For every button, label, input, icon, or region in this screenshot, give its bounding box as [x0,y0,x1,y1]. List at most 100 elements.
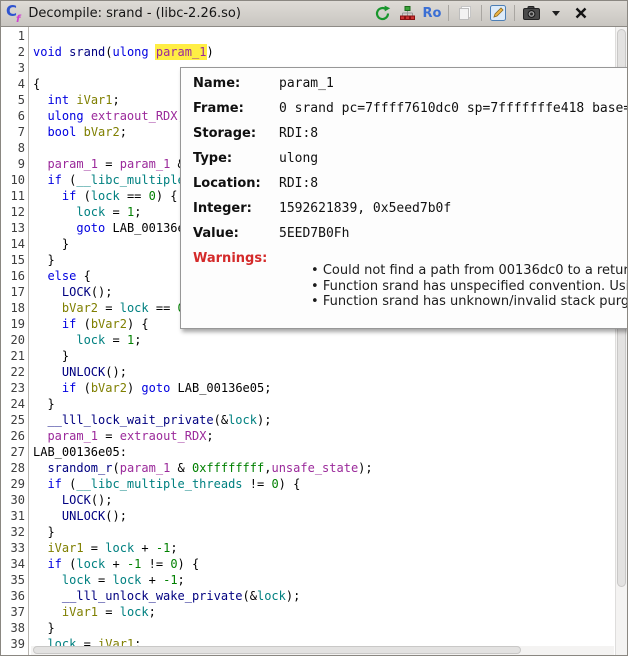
code-line[interactable]: iVar1 = lock; [33,604,614,620]
code-line[interactable]: } [33,524,614,540]
code-line[interactable]: lock = lock + -1; [33,572,614,588]
warning-item: Could not find a path from 00136dc0 to a… [311,263,628,279]
tooltip-row: Frame:0 srand pc=7ffff7610dc0 sp=7ffffff… [181,101,627,126]
snapshot-button[interactable] [522,4,540,22]
line-number: 4 [0,76,28,92]
line-number: 15 [0,252,28,268]
menu-arrow-button[interactable] [547,4,565,22]
line-number: 31 [0,508,28,524]
code-line[interactable]: lock = 1; [33,332,614,348]
tooltip-warnings-row: Warnings: Could not find a path from 001… [181,251,627,310]
ro-icon: Ro [423,6,442,21]
line-number: 17 [0,284,28,300]
code-line[interactable]: srandom_r(param_1 & 0xffffffff,unsafe_st… [33,460,614,476]
line-number: 5 [0,92,28,108]
line-number: 16 [0,268,28,284]
decompiler-icon: Cf [6,3,21,23]
line-number: 35 [0,572,28,588]
line-number: 11 [0,188,28,204]
line-number: 14 [0,236,28,252]
edit-button[interactable] [489,4,507,22]
code-line[interactable]: UNLOCK(); [33,508,614,524]
code-line[interactable]: LAB_00136e05: [33,444,614,460]
line-number: 36 [0,588,28,604]
line-number: 9 [0,156,28,172]
line-number: 27 [0,444,28,460]
titlebar: Cf Decompile: srand - (libc-2.26.so) [0,0,628,27]
toolbar-separator [481,5,482,21]
horizontal-scrollbar[interactable] [31,646,614,655]
line-number: 3 [0,60,28,76]
chevron-down-icon [552,11,560,16]
code-line[interactable]: __lll_unlock_wake_private(&lock); [33,588,614,604]
code-line[interactable]: UNLOCK(); [33,364,614,380]
tooltip-row: Value:5EED7B0Fh [181,226,627,251]
close-button[interactable] [572,4,590,22]
line-number: 6 [0,108,28,124]
code-line[interactable]: if (bVar2) goto LAB_00136e05; [33,380,614,396]
edit-icon [490,5,506,21]
code-line[interactable]: LOCK(); [33,492,614,508]
code-line[interactable]: } [33,620,614,636]
line-number: 7 [0,124,28,140]
line-number: 13 [0,220,28,236]
line-number: 32 [0,524,28,540]
refresh-icon [374,5,391,22]
tooltip-warnings-list: Could not find a path from 00136dc0 to a… [311,263,628,310]
code-line[interactable]: void srand(ulong param_1) [33,44,614,60]
line-number: 28 [0,460,28,476]
variable-tooltip: Name:param_1Frame:0 srand pc=7ffff7610dc… [180,67,628,329]
code-line[interactable]: if (__libc_multiple_threads != 0) { [33,476,614,492]
code-line[interactable]: __lll_lock_wait_private(&lock); [33,412,614,428]
line-number-gutter: 1234567891011121314151617181920212223242… [0,27,29,655]
code-line[interactable] [33,28,614,44]
line-number: 24 [0,396,28,412]
tooltip-rows: Name:param_1Frame:0 srand pc=7ffff7610dc… [181,76,627,251]
line-number: 30 [0,492,28,508]
line-number: 23 [0,380,28,396]
line-number: 2 [0,44,28,60]
line-number: 18 [0,300,28,316]
line-number: 12 [0,204,28,220]
refresh-button[interactable] [373,4,391,22]
line-number: 10 [0,172,28,188]
line-number: 39 [0,636,28,652]
line-number: 20 [0,332,28,348]
graph-icon [400,6,415,20]
line-number: 38 [0,620,28,636]
warnings-label: Warnings: [193,251,279,266]
line-number: 26 [0,428,28,444]
toolbar-separator [448,5,449,21]
code-line[interactable]: iVar1 = lock + -1; [33,540,614,556]
tooltip-row: Integer:1592621839, 0x5eed7b0f [181,201,627,226]
ro-button[interactable]: Ro [423,4,441,22]
warning-item: Function srand has unspecified conventio… [311,279,628,295]
tooltip-row: Storage:RDI:8 [181,126,627,151]
horizontal-scrollbar-thumb[interactable] [33,646,521,654]
line-number: 33 [0,540,28,556]
line-number: 25 [0,412,28,428]
line-number: 21 [0,348,28,364]
tooltip-row: Location:RDI:8 [181,176,627,201]
line-number: 22 [0,364,28,380]
copy-button[interactable] [456,4,474,22]
toolbar-separator [514,5,515,21]
close-icon [575,7,587,19]
window-title: Decompile: srand - (libc-2.26.so) [28,6,241,21]
tooltip-row: Name:param_1 [181,76,627,101]
code-line[interactable]: } [33,396,614,412]
line-number: 1 [0,28,28,44]
warning-item: Function srand has unknown/invalid stack… [311,294,628,310]
code-line[interactable]: } [33,348,614,364]
code-line[interactable]: param_1 = extraout_RDX; [33,428,614,444]
copy-icon [457,5,473,21]
line-number: 37 [0,604,28,620]
line-number: 34 [0,556,28,572]
line-number: 8 [0,140,28,156]
tooltip-row: Type:ulong [181,151,627,176]
graph-button[interactable] [398,4,416,22]
toolbar: Ro [373,4,628,22]
code-line[interactable]: if (lock + -1 != 0) { [33,556,614,572]
line-number: 19 [0,316,28,332]
line-number: 29 [0,476,28,492]
